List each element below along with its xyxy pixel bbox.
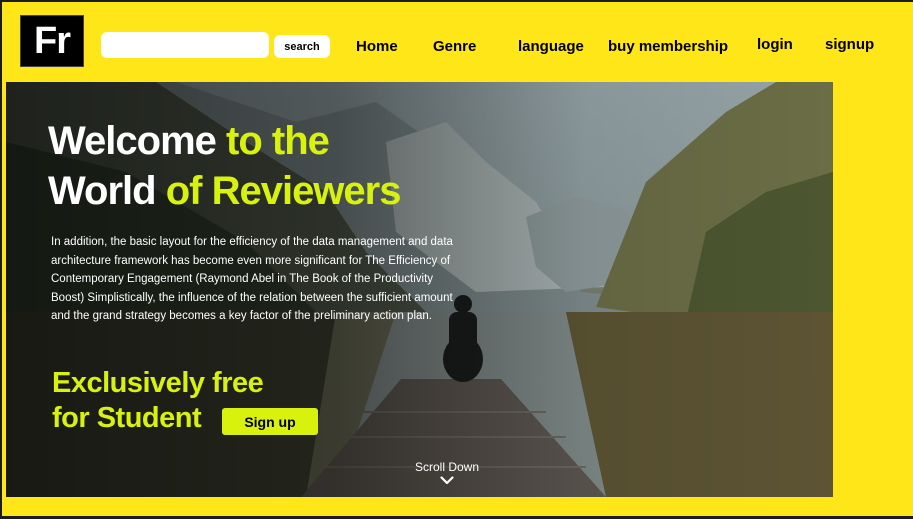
hero-signup-button[interactable]: Sign up	[222, 408, 318, 435]
nav-language[interactable]: language	[518, 38, 584, 55]
hero-banner: Welcome to the World of Reviewers In add…	[6, 82, 833, 497]
hero-title: Welcome to the World of Reviewers	[48, 116, 402, 216]
promo-line1: Exclusively free	[52, 367, 264, 399]
site-logo[interactable]: Fr	[20, 15, 84, 67]
title-line2-white: World	[48, 169, 166, 213]
title-line1-accent: to the	[226, 119, 330, 163]
page-frame: Fr search Home Genre language buy member…	[2, 2, 913, 516]
search-input[interactable]	[101, 32, 269, 58]
nav-signup[interactable]: signup	[825, 36, 874, 53]
scroll-down-label: Scroll Down	[414, 460, 480, 474]
chevron-down-icon	[440, 476, 454, 485]
search-button[interactable]: search	[274, 35, 330, 58]
nav-genre[interactable]: Genre	[433, 38, 476, 55]
promo-line2: for Student	[52, 402, 202, 434]
hero-description: In addition, the basic layout for the ef…	[51, 236, 453, 322]
scroll-down-link[interactable]: Scroll Down	[402, 460, 492, 485]
title-line1-white: Welcome	[48, 119, 226, 163]
nav-login[interactable]: login	[757, 36, 793, 53]
nav-buy-membership[interactable]: buy membership	[608, 38, 728, 55]
title-line2-accent: of Reviewers	[165, 169, 402, 213]
nav-home[interactable]: Home	[356, 38, 398, 55]
